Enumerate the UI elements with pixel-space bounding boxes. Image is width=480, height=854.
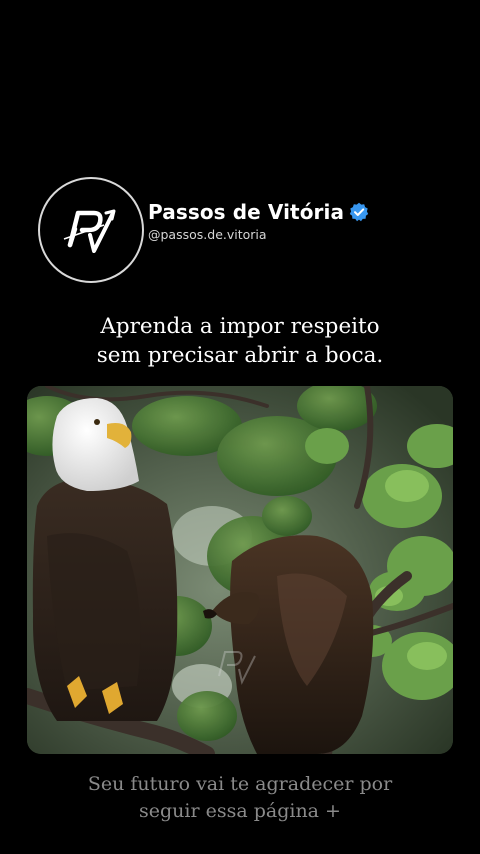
- profile-header: Passos de Vitória @passos.de.vitoria: [38, 177, 369, 283]
- profile-name[interactable]: Passos de Vitória: [148, 200, 344, 224]
- avatar[interactable]: [38, 177, 144, 283]
- pv-logo-icon: [63, 209, 116, 253]
- footer-line-1: Seu futuro vai te agradecer por: [87, 773, 393, 795]
- eagles-photo: [27, 386, 453, 754]
- caption-line-2: sem precisar abrir a boca.: [96, 343, 384, 368]
- footer-line-2: seguir essa página +: [139, 800, 341, 822]
- profile-identity: Passos de Vitória @passos.de.vitoria: [148, 200, 369, 242]
- verified-badge-icon: [349, 202, 369, 222]
- profile-handle[interactable]: @passos.de.vitoria: [148, 227, 369, 242]
- post-caption: Aprenda a impor respeito sem precisar ab…: [0, 312, 480, 370]
- eagles-illustration: [27, 386, 453, 754]
- follow-prompt: Seu futuro vai te agradecer por seguir e…: [0, 771, 480, 825]
- caption-line-1: Aprenda a impor respeito: [100, 314, 380, 339]
